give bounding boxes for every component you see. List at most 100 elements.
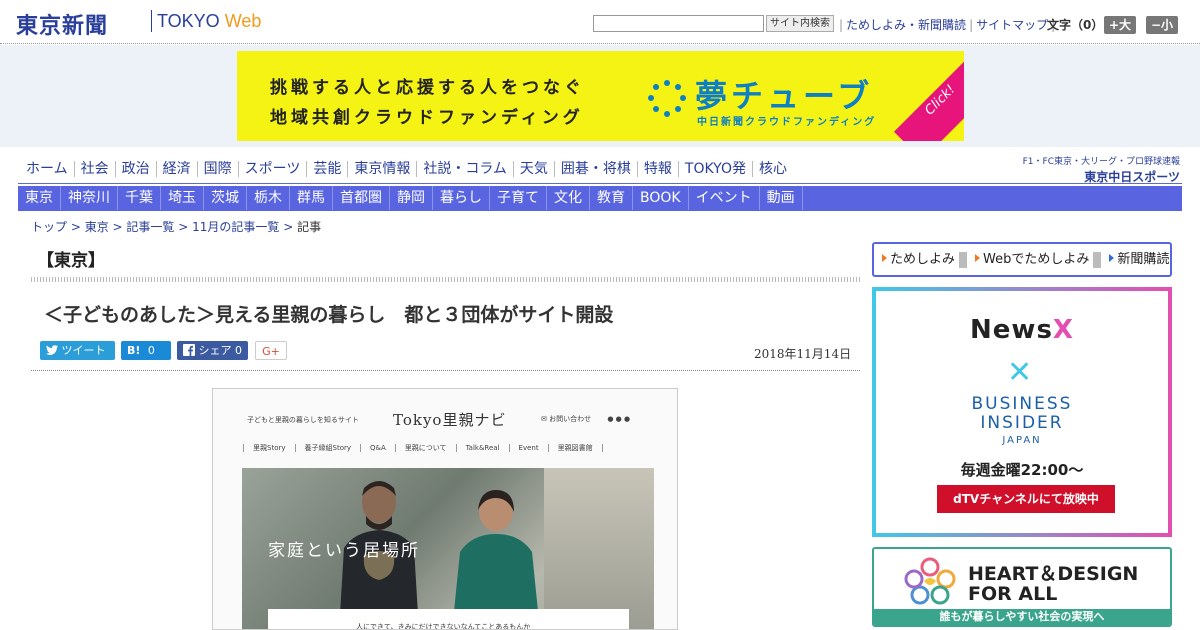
nav-item-society[interactable]: 社会: [73, 161, 115, 177]
nav-item-tokyo-hatsu[interactable]: TOKYO発: [677, 161, 752, 177]
article-headline: ＜子どものあした＞見える里親の暮らし 都と３団体がサイト開設: [44, 304, 614, 326]
section-title: 【東京】: [37, 251, 105, 271]
breadcrumb-separator: >: [279, 220, 298, 234]
logo-divider: [151, 10, 152, 32]
nav-item-politics[interactable]: 政治: [114, 161, 156, 177]
subnav-item-tochigi[interactable]: 栃木: [247, 186, 290, 210]
font-smaller-button[interactable]: −小: [1146, 16, 1179, 34]
dtv-channel-button[interactable]: dTVチャンネルにて放映中: [937, 485, 1115, 513]
subnav-item-saitama[interactable]: 埼玉: [161, 186, 204, 210]
article-image: 子どもと里親の暮らしを知るサイト Tokyo里親ナビ ✉ お問い合わせ ● ● …: [212, 388, 678, 630]
facebook-share-button[interactable]: シェア 0: [177, 341, 248, 360]
link-separator: |: [969, 18, 974, 32]
sitemap-link[interactable]: サイトマップ: [976, 18, 1048, 32]
breadcrumb-current: 記事: [297, 220, 322, 234]
arrow-right-icon: [1109, 254, 1115, 262]
subnav-item-book[interactable]: BOOK: [633, 186, 689, 210]
breadcrumb-separator: >: [67, 220, 85, 234]
nav-item-special[interactable]: 特報: [636, 161, 678, 177]
nav-item-tokyo-info[interactable]: 東京情報: [347, 161, 417, 177]
banner-title: 夢チューブ: [695, 77, 874, 115]
subscribe-link[interactable]: ためしよみ・新聞購読: [846, 18, 966, 32]
heart-design-ad[interactable]: HEART＆DESIGN FOR ALL 誰もが暮らしやすい社会の実現へ: [872, 547, 1172, 627]
facebook-share-count: 0: [235, 344, 242, 357]
site-search-input[interactable]: [593, 15, 764, 32]
tab-web-trial[interactable]: Webでためしよみ: [967, 244, 1093, 275]
subnav-item-shutoken[interactable]: 首都圏: [333, 186, 390, 210]
nav-item-core[interactable]: 核心: [751, 161, 793, 177]
nav-item-igo-shogi[interactable]: 囲碁・将棋: [553, 161, 637, 177]
google-plus-button[interactable]: G+: [255, 341, 287, 360]
site-search-button[interactable]: サイト内検索: [766, 15, 834, 32]
image-menu-item: 里親Story: [243, 444, 295, 452]
photo-background-wall: [544, 468, 654, 629]
image-menu-item: 里親について: [394, 444, 456, 452]
nav-item-sports[interactable]: スポーツ: [237, 161, 307, 177]
nav-item-editorial[interactable]: 社説・コラム: [416, 161, 513, 177]
subnav-item-video[interactable]: 動画: [760, 186, 803, 210]
social-icons: ● ● ●: [607, 415, 631, 423]
article-divider: [31, 370, 860, 371]
nav-item-economy[interactable]: 経済: [155, 161, 197, 177]
heart-design-title2: FOR ALL: [968, 583, 1058, 605]
subnav-item-parenting[interactable]: 子育て: [490, 186, 547, 210]
tokyo-web-logo[interactable]: TOKYO Web: [157, 11, 261, 32]
facebook-share-label: シェア: [198, 344, 232, 357]
tab-trial[interactable]: ためしよみ: [874, 244, 959, 275]
subnav-item-living[interactable]: 暮らし: [433, 186, 490, 210]
tweet-button[interactable]: ツイート: [40, 341, 115, 360]
breadcrumb-article-list[interactable]: 記事一覧: [126, 220, 174, 234]
image-menu-item: 里親図書館: [547, 444, 603, 452]
sports-news-text: F1・FC東京・大リーグ・プロ野球速報: [1022, 157, 1180, 167]
site-logo[interactable]: 東京新聞: [16, 8, 108, 40]
subnav-item-education[interactable]: 教育: [590, 186, 633, 210]
image-menu-item: Event: [508, 444, 548, 452]
breadcrumb-november-list[interactable]: 11月の記事一覧: [192, 220, 279, 234]
subnav-item-kanagawa[interactable]: 神奈川: [61, 186, 118, 210]
hatena-count: 0: [147, 344, 155, 357]
arrow-right-icon: [882, 254, 887, 262]
heart-design-tagline: 誰もが暮らしやすい社会の実現へ: [874, 609, 1170, 625]
font-size-label: 文字（0）: [1047, 18, 1104, 32]
image-contact: ✉ お問い合わせ ● ● ●: [541, 414, 630, 424]
yume-tube-banner[interactable]: 挑戦する人と応援する人をつなぐ 地域共創クラウドファンディング 夢チューブ 中日…: [237, 51, 964, 141]
nav-item-entertainment[interactable]: 芸能: [306, 161, 348, 177]
image-menu-item: Talk&Real: [455, 444, 509, 452]
nav-item-home[interactable]: ホーム: [18, 161, 74, 177]
image-site-menu: 里親Story 養子縁組Story Q&A 里親について Talk&Real Event 里…: [243, 443, 653, 457]
subnav-item-event[interactable]: イベント: [689, 186, 760, 210]
font-bigger-button[interactable]: +大: [1104, 16, 1137, 34]
banner-line1: 挑戦する人と応援する人をつなぐ: [270, 78, 585, 98]
subnav-item-chiba[interactable]: 千葉: [118, 186, 161, 210]
photo-overlay-title: 家庭という居場所: [268, 541, 420, 561]
business-insider-logo: BUSINESS INSIDER: [876, 395, 1168, 433]
subnav-item-ibaraki[interactable]: 茨城: [204, 186, 247, 210]
breadcrumb-top[interactable]: トップ: [31, 220, 67, 234]
image-menu-item: Q&A: [360, 444, 395, 452]
nav-item-world[interactable]: 国際: [196, 161, 238, 177]
subnav-item-tokyo[interactable]: 東京: [18, 186, 61, 210]
banner-line2: 地域共創クラウドファンディング: [270, 108, 584, 128]
nav-item-weather[interactable]: 天気: [512, 161, 554, 177]
bi-line1: BUSINESS: [971, 394, 1073, 414]
header-links: | ためしよみ・新聞購読 | サイトマップ |: [836, 16, 1058, 33]
chunichi-sports-link[interactable]: F1・FC東京・大リーグ・プロ野球速報 東京中日スポーツ: [1022, 154, 1180, 185]
cross-icon: ✕: [1007, 355, 1033, 390]
subnav-item-culture[interactable]: 文化: [547, 186, 590, 210]
tab-divider: [959, 251, 968, 268]
hatena-bookmark-button[interactable]: B! 0: [121, 341, 171, 360]
subnav-item-shizuoka[interactable]: 静岡: [390, 186, 433, 210]
tab-subscribe[interactable]: 新聞購読: [1101, 244, 1173, 275]
facebook-icon: [183, 344, 195, 356]
newsx-schedule: 毎週金曜22:00〜: [960, 461, 1084, 479]
banner-click-badge[interactable]: Click!: [893, 53, 964, 141]
subnav-item-gunma[interactable]: 群馬: [290, 186, 333, 210]
breadcrumb-separator: >: [108, 220, 127, 234]
article-date: 2018年11月14日: [754, 347, 852, 361]
subscription-tabs: ためしよみ Webでためしよみ 新聞購読: [872, 242, 1172, 277]
tab-subscribe-label: 新聞購読: [1117, 252, 1170, 267]
section-divider: [31, 277, 860, 282]
breadcrumb-tokyo[interactable]: 東京: [85, 220, 109, 234]
newsx-ad[interactable]: NewsX ✕ BUSINESS INSIDER JAPAN 毎週金曜22:00〜…: [872, 287, 1172, 537]
image-contact-label: お問い合わせ: [549, 415, 592, 423]
